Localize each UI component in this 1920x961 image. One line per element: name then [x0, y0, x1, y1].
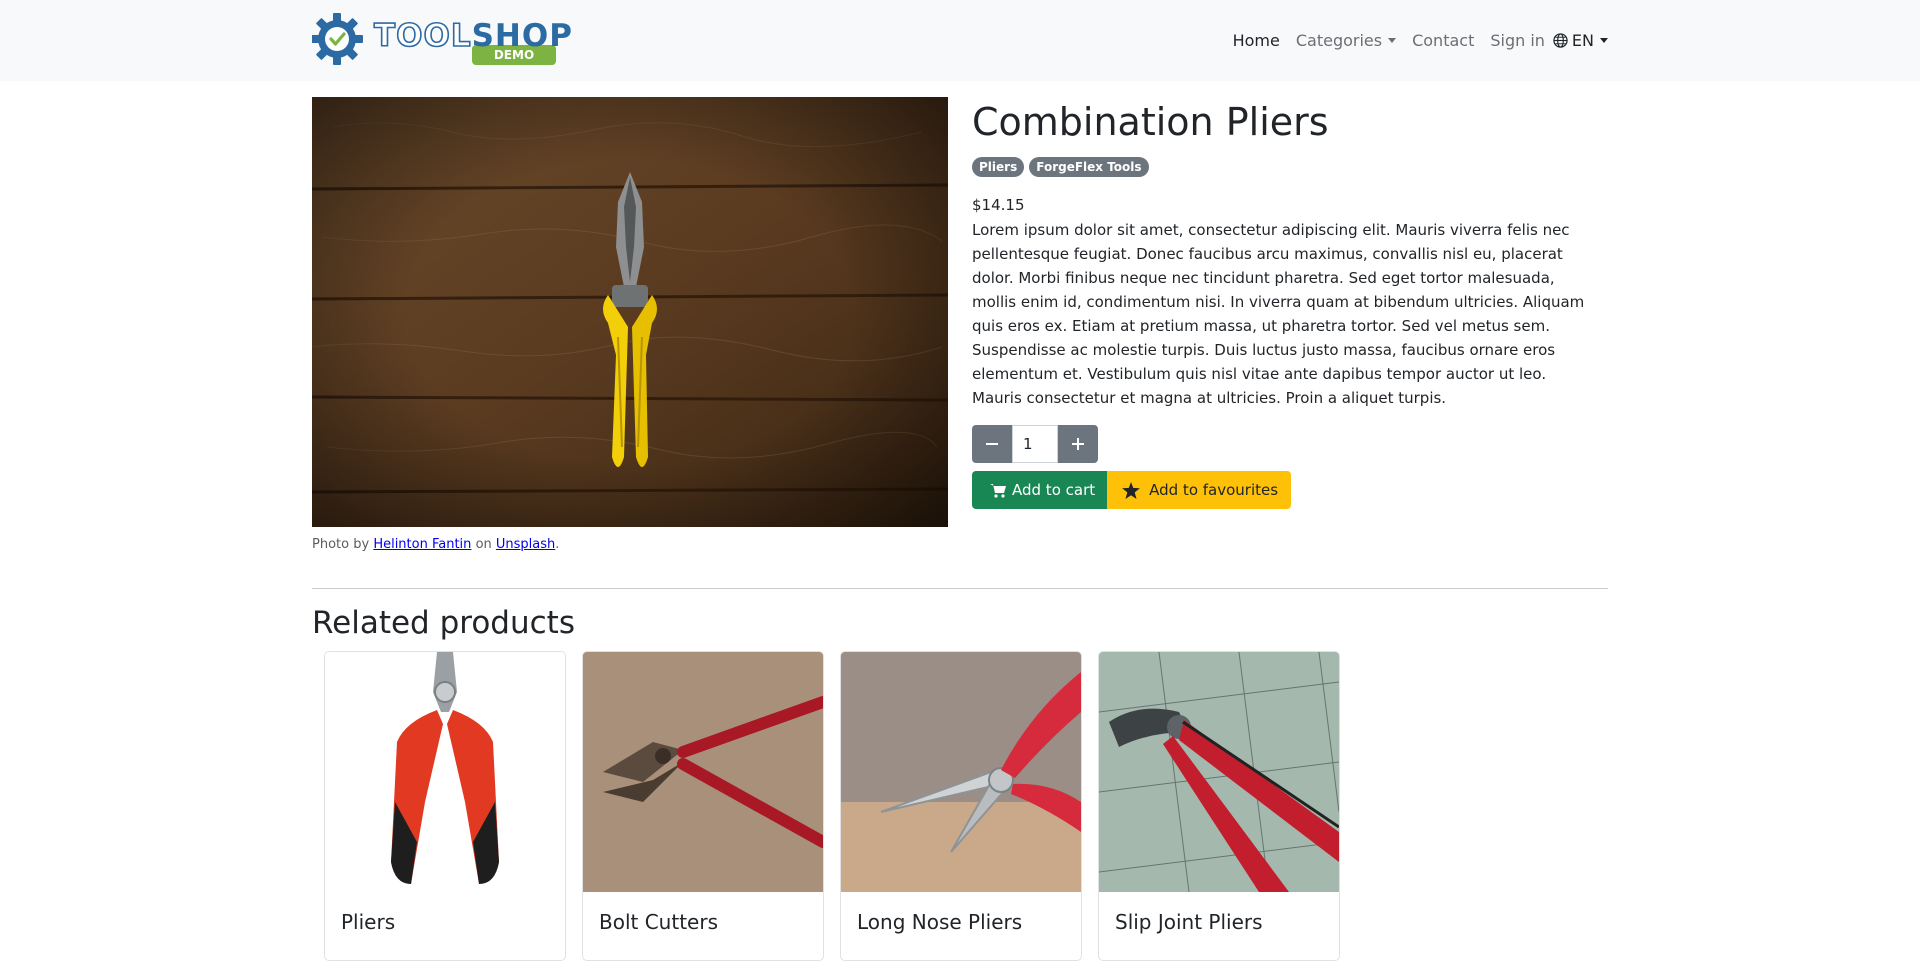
add-to-favourites-label: Add to favourites: [1149, 481, 1279, 499]
credit-prefix: Photo by: [312, 537, 370, 552]
related-product-card[interactable]: Pliers: [324, 651, 566, 961]
pliers-image: [325, 652, 565, 892]
nav-contact[interactable]: Contact: [1412, 31, 1474, 50]
cart-icon: [990, 483, 1006, 498]
nav-language-dropdown[interactable]: EN: [1553, 31, 1608, 50]
nav-home[interactable]: Home: [1233, 31, 1280, 50]
product-price: $14.15: [972, 196, 1025, 214]
nav-menu: Home Categories Contact Sign in EN: [1217, 0, 1608, 81]
star-icon: [1122, 481, 1140, 499]
related-product-card[interactable]: Slip Joint Pliers: [1098, 651, 1340, 961]
product-title: Combination Pliers: [972, 100, 1329, 144]
related-product-card[interactable]: Bolt Cutters: [582, 651, 824, 961]
nav-categories-label: Categories: [1295, 31, 1383, 50]
credit-author-link[interactable]: Helinton Fantin: [373, 537, 471, 552]
chevron-down-icon: [1388, 38, 1397, 43]
related-product-image: [841, 652, 1081, 892]
credit-source-link[interactable]: Unsplash: [496, 537, 555, 552]
add-to-favourites-button[interactable]: Add to favourites: [1107, 471, 1292, 509]
decrease-quantity-button[interactable]: [972, 425, 1012, 463]
nav-categories-dropdown[interactable]: Categories: [1295, 31, 1397, 50]
add-to-cart-label: Add to cart: [1012, 481, 1096, 499]
navbar: TOOLSHOP DEMO Home Categories Contact Si…: [0, 0, 1920, 81]
related-products-title: Related products: [312, 605, 575, 641]
quantity-input[interactable]: [1012, 425, 1058, 463]
related-product-image: [325, 652, 565, 892]
brand-logo[interactable]: TOOLSHOP DEMO: [311, 13, 572, 68]
brand-name-tool: TOOL: [373, 18, 472, 54]
quantity-stepper: [972, 425, 1098, 463]
related-product-name: Bolt Cutters: [599, 910, 718, 934]
badge-brand: ForgeFlex Tools: [1029, 157, 1149, 177]
credit-suffix: .: [555, 537, 560, 552]
badge-category: Pliers: [972, 157, 1025, 177]
product-badges: Pliers ForgeFlex Tools: [972, 157, 1154, 177]
add-to-cart-button[interactable]: Add to cart: [972, 471, 1108, 509]
globe-icon: [1553, 33, 1568, 48]
slip-joint-pliers-image: [1099, 652, 1339, 892]
credit-middle: on: [475, 537, 492, 552]
long-nose-pliers-image: [841, 652, 1081, 892]
related-product-card[interactable]: Long Nose Pliers: [840, 651, 1082, 961]
related-product-image: [583, 652, 823, 892]
bolt-cutters-image: [583, 652, 823, 892]
related-product-name: Long Nose Pliers: [857, 910, 1023, 934]
chevron-down-icon: [1600, 38, 1608, 43]
minus-icon: [986, 443, 998, 445]
nav-signin[interactable]: Sign in: [1490, 31, 1545, 50]
related-product-name: Pliers: [341, 910, 396, 934]
nav-language-label: EN: [1571, 31, 1594, 50]
section-divider: [312, 588, 1608, 589]
related-product-name: Slip Joint Pliers: [1115, 910, 1263, 934]
pliers-photo: [312, 97, 948, 527]
photo-credit: Photo by Helinton Fantin on Unsplash.: [312, 537, 559, 552]
increase-quantity-button[interactable]: [1058, 425, 1098, 463]
product-description: Lorem ipsum dolor sit amet, consectetur …: [972, 221, 1585, 407]
plus-icon: [1072, 438, 1084, 450]
product-image: [312, 97, 948, 527]
related-product-image: [1099, 652, 1339, 892]
product-actions: Add to cart Add to favourites: [972, 471, 1292, 509]
brand-demo-tag: DEMO: [493, 48, 535, 62]
